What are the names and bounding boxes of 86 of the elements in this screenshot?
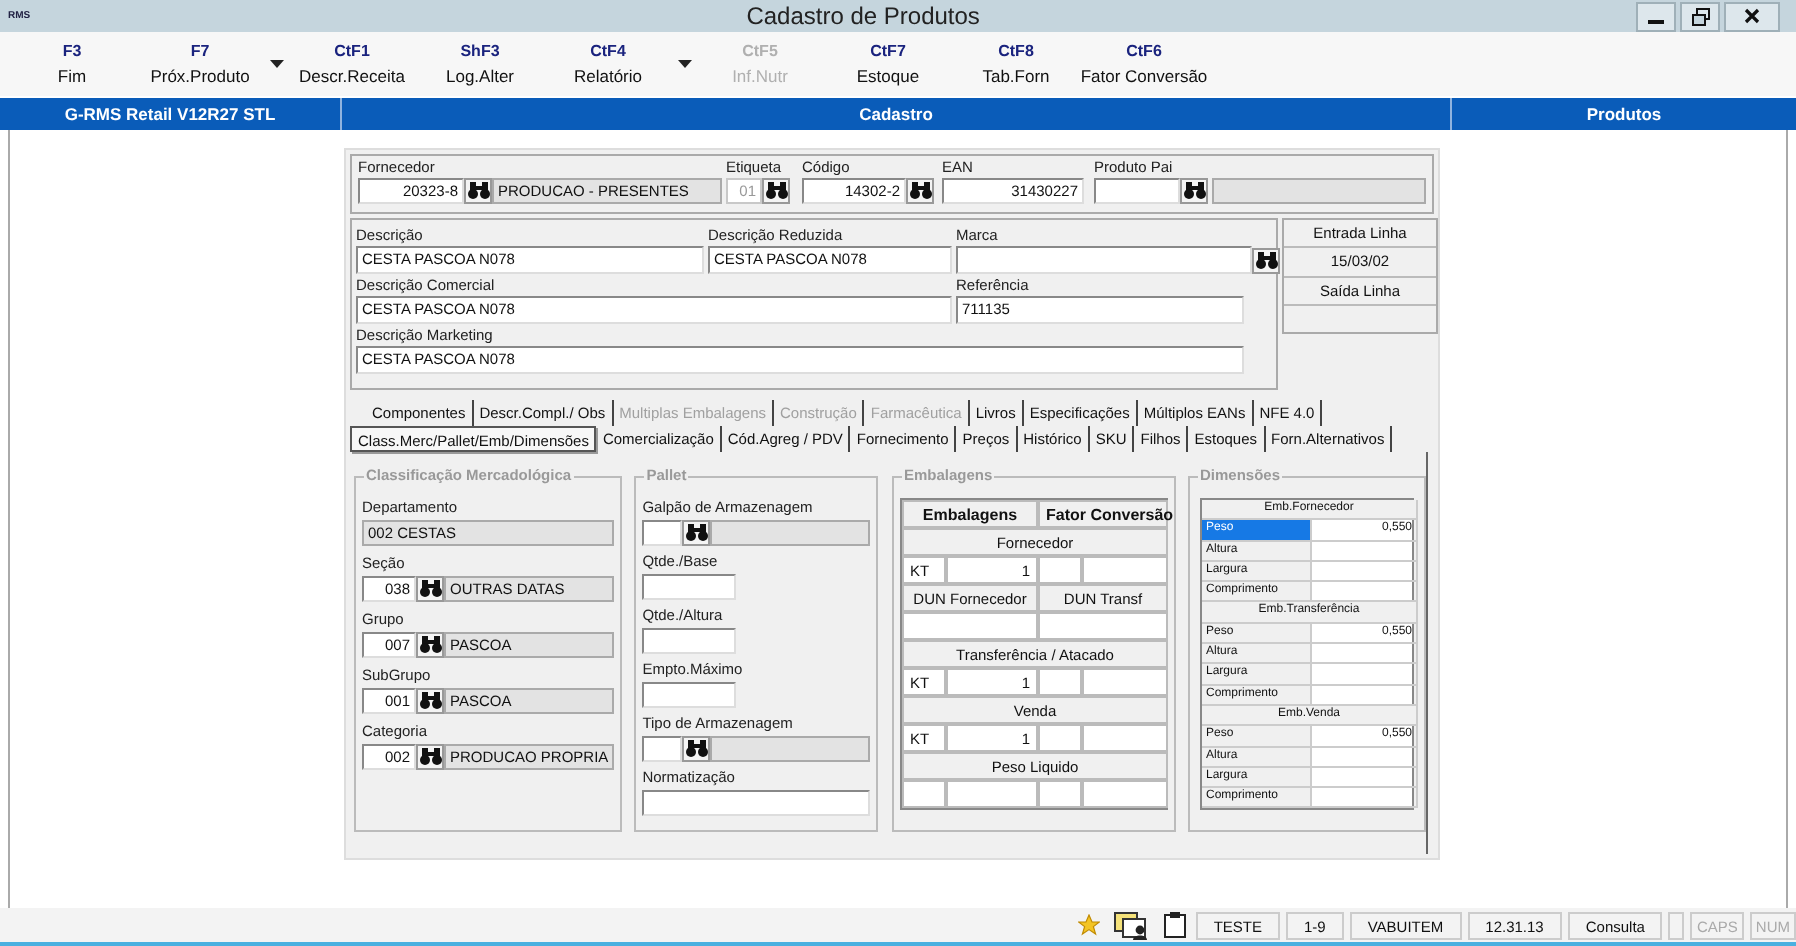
search-button[interactable] — [416, 744, 444, 770]
table-cell — [1312, 541, 1418, 562]
binoculars-icon — [419, 748, 441, 766]
button-label: Fim — [57, 66, 87, 86]
button-label: Tab.Forn — [982, 66, 1050, 86]
search-button[interactable] — [1180, 178, 1208, 204]
button-label: Estoque — [856, 66, 920, 86]
toolbar-button[interactable]: CtF1 Descr.Receita — [288, 42, 416, 86]
binoculars-icon — [419, 692, 441, 710]
minimize-button[interactable] — [1636, 1, 1676, 31]
button-label: Log.Alter — [445, 66, 515, 86]
column-header: Fator Conversão — [1038, 500, 1168, 528]
binoculars-icon — [419, 636, 441, 654]
search-button[interactable] — [416, 688, 444, 714]
search-button[interactable] — [416, 576, 444, 602]
toolbar-button[interactable]: CtF4 Relatório — [544, 42, 696, 86]
clipboard-icon[interactable] — [1163, 912, 1186, 938]
shortcut-key: CtF7 — [870, 42, 906, 60]
toolbar-button[interactable]: F7 Próx.Produto — [136, 42, 288, 86]
table-cell — [1312, 767, 1418, 789]
windows-icon[interactable] — [1113, 911, 1150, 939]
shortcut-key: CtF4 — [590, 42, 626, 60]
restore-icon — [1691, 7, 1709, 25]
input-field[interactable] — [956, 246, 1252, 274]
input-field[interactable] — [642, 790, 870, 816]
table-cell — [1082, 556, 1168, 584]
search-button[interactable] — [682, 520, 711, 546]
shortcut-key: F7 — [190, 42, 210, 60]
table-cell — [1312, 644, 1418, 665]
input-field[interactable] — [642, 628, 737, 654]
button-label: Fator Conversão — [1080, 66, 1208, 86]
table-cell — [1038, 724, 1082, 752]
input-field[interactable] — [642, 682, 737, 708]
column-header: Embalagens — [902, 500, 1038, 528]
shortcut-key: CtF5 — [742, 42, 778, 60]
button-label: Próx.Produto — [150, 66, 250, 86]
shortcut-key: CtF8 — [998, 42, 1034, 60]
table-cell — [1038, 556, 1082, 584]
toolbar-button[interactable]: CtF7 Estoque — [824, 42, 952, 86]
input-field[interactable] — [1094, 178, 1180, 204]
binoculars-icon — [1183, 182, 1205, 200]
input-field[interactable] — [642, 520, 683, 546]
search-button[interactable] — [762, 178, 790, 204]
window-title: Cadastro de Produtos — [744, 2, 982, 30]
button-label: Inf.Nutr — [732, 66, 788, 86]
table-cell — [1082, 724, 1168, 752]
toolbar-button[interactable]: CtF6 Fator Conversão — [1080, 42, 1208, 86]
search-button[interactable] — [682, 736, 711, 762]
table-cell — [1038, 612, 1168, 640]
table-cell — [1312, 664, 1418, 686]
section-title: Cadastro — [342, 98, 1452, 130]
table-cell — [1312, 561, 1418, 583]
system-name: G-RMS Retail V12R27 STL — [0, 98, 342, 130]
binoculars-icon — [467, 182, 489, 200]
star-icon[interactable] — [1077, 914, 1100, 936]
button-label: Relatório — [573, 66, 643, 86]
toolbar-button[interactable]: F3 Fim — [8, 42, 136, 86]
input-field[interactable] — [642, 736, 683, 762]
table-cell — [1082, 668, 1168, 696]
close-icon — [1744, 8, 1760, 24]
search-button[interactable] — [464, 178, 492, 204]
shortcut-key: CtF1 — [334, 42, 370, 60]
shortcut-key: F3 — [62, 42, 82, 60]
search-button[interactable] — [906, 178, 934, 204]
shortcut-key: CtF6 — [1126, 42, 1162, 60]
shortcut-key: ShF3 — [460, 42, 500, 60]
caret-icon — [677, 60, 691, 68]
toolbar-button[interactable]: ShF3 Log.Alter — [416, 42, 544, 86]
search-button[interactable] — [416, 632, 444, 658]
binoculars-icon — [909, 182, 931, 200]
table-cell — [1312, 747, 1418, 768]
search-button[interactable] — [1252, 247, 1280, 273]
binoculars-icon — [765, 182, 787, 200]
binoculars-icon — [685, 524, 708, 542]
close-button[interactable] — [1724, 1, 1780, 31]
input-field[interactable] — [642, 574, 737, 600]
binoculars-icon — [419, 580, 441, 598]
table-cell — [1038, 668, 1082, 696]
binoculars-icon — [1255, 251, 1277, 269]
button-label: Descr.Receita — [299, 66, 405, 86]
table-cell — [1312, 788, 1418, 809]
restore-button[interactable] — [1680, 1, 1720, 31]
module-title: Produtos — [1584, 104, 1664, 124]
toolbar-button[interactable]: CtF8 Tab.Forn — [952, 42, 1080, 86]
caret-icon — [269, 60, 283, 68]
binoculars-icon — [685, 740, 708, 758]
